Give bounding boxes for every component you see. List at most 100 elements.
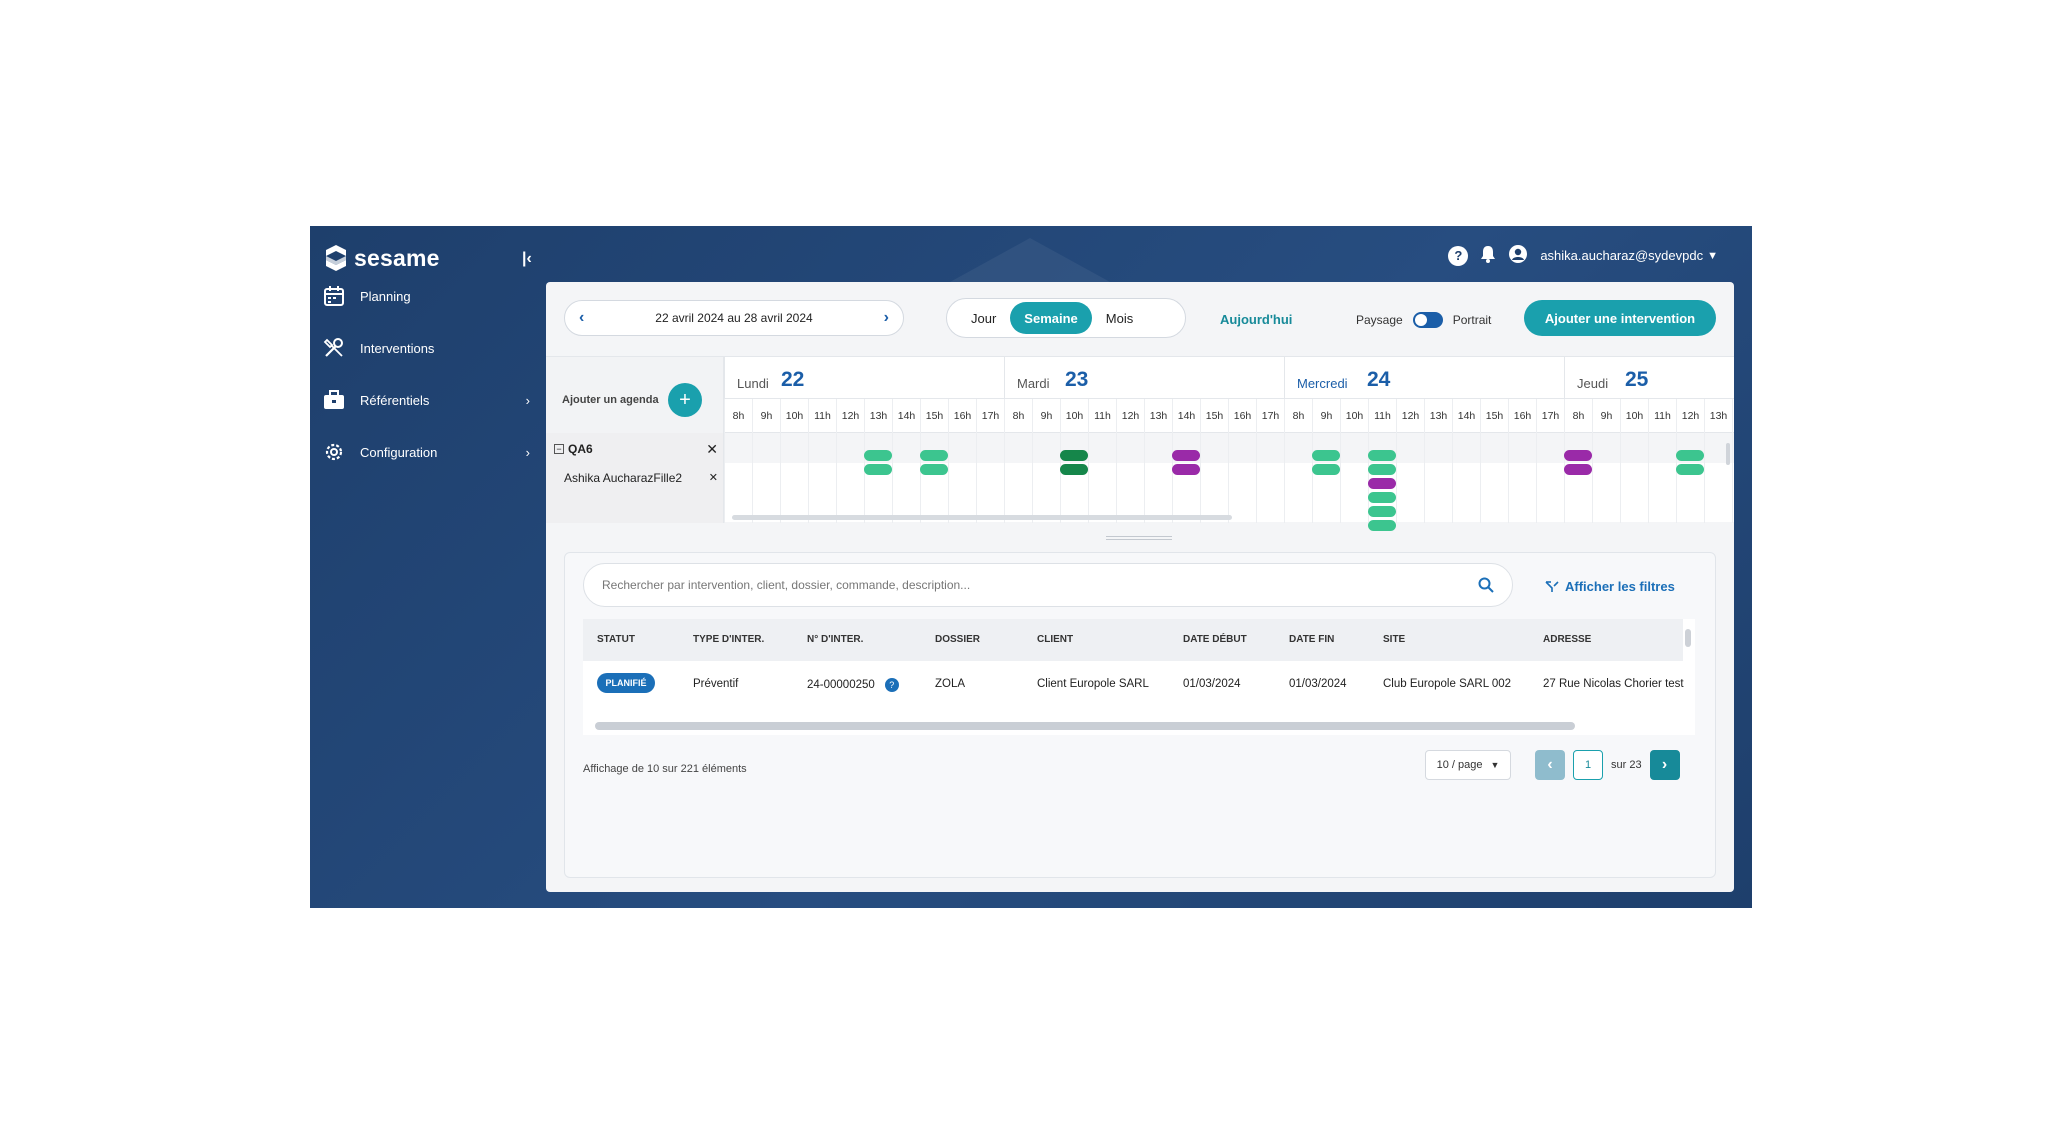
calendar-event[interactable] — [1312, 464, 1340, 475]
calendar-event[interactable] — [1368, 506, 1396, 517]
chevron-down-icon[interactable]: ▼ — [1707, 250, 1718, 262]
help-icon[interactable]: ? — [884, 678, 899, 692]
calendar-event[interactable] — [1564, 450, 1592, 461]
calendar-event[interactable] — [1676, 450, 1704, 461]
date-range-selector[interactable]: ‹ 22 avril 2024 au 28 avril 2024 › — [564, 300, 904, 336]
table-vertical-scrollbar[interactable] — [1685, 629, 1691, 647]
column-header[interactable]: DATE DÉBUT — [1183, 634, 1247, 645]
page-size-value: 10 / page — [1436, 759, 1483, 771]
day-header[interactable]: Mercredi 24 — [1284, 357, 1564, 399]
events-grid — [724, 433, 1734, 531]
calendar-event[interactable] — [920, 450, 948, 461]
agenda-group[interactable]: − QA6 ✕ — [554, 439, 718, 459]
calendar-event[interactable] — [920, 464, 948, 475]
next-page-button[interactable]: › — [1649, 750, 1680, 780]
collapse-group-icon[interactable]: − — [554, 444, 564, 454]
add-intervention-button[interactable]: Ajouter une intervention — [1524, 300, 1716, 336]
topbar: ? ashika.aucharaz@sydevpdc ▼ — [1448, 244, 1718, 267]
chevron-left-icon[interactable]: ‹ — [579, 309, 584, 327]
calendar-event[interactable] — [864, 450, 892, 461]
calendar-vertical-scrollbar[interactable] — [1726, 443, 1730, 465]
calendar-event[interactable] — [1060, 450, 1088, 461]
table-horizontal-scrollbar[interactable] — [595, 722, 1575, 730]
grid-line — [1312, 433, 1313, 523]
cell-dossier: ZOLA — [935, 678, 966, 690]
calendar-event[interactable] — [1172, 450, 1200, 461]
grid-line — [724, 433, 725, 523]
hour-label: 11h — [1088, 399, 1116, 433]
cell-site: Club Europole SARL 002 — [1383, 678, 1512, 690]
user-avatar-icon[interactable] — [1508, 244, 1528, 267]
collapse-sidebar-icon[interactable]: |‹ — [522, 250, 532, 268]
agenda-resource[interactable]: Ashika AucharazFille2 ✕ — [564, 471, 718, 485]
calendar-event[interactable] — [1368, 492, 1396, 503]
calendar-event[interactable] — [1312, 450, 1340, 461]
hour-label: 13h — [864, 399, 892, 433]
previous-page-button[interactable]: ‹ — [1535, 750, 1565, 780]
hour-label: 8h — [1284, 399, 1312, 433]
column-header[interactable]: TYPE D'INTER. — [693, 634, 764, 645]
column-header[interactable]: STATUT — [597, 634, 635, 645]
interventions-table: STATUT TYPE D'INTER. N° D'INTER. DOSSIER… — [583, 619, 1695, 735]
planning-calendar: Ajouter un agenda + − QA6 ✕ Ashika Aucha… — [546, 356, 1734, 531]
calendar-event[interactable] — [1368, 520, 1396, 531]
resize-handle[interactable] — [1106, 536, 1172, 540]
bell-icon[interactable] — [1480, 245, 1496, 266]
calendar-event[interactable] — [1368, 478, 1396, 489]
column-header[interactable]: ADRESSE — [1543, 634, 1591, 645]
total-pages-label: sur 23 — [1611, 759, 1642, 771]
today-button[interactable]: Aujourd'hui — [1220, 312, 1292, 327]
calendar-event[interactable] — [1368, 464, 1396, 475]
add-agenda-button[interactable]: + — [668, 383, 702, 417]
calendar-event[interactable] — [1368, 450, 1396, 461]
calendar-event[interactable] — [1564, 464, 1592, 475]
sidebar-item-interventions[interactable]: Interventions — [322, 330, 536, 366]
grid-line — [1228, 433, 1229, 523]
orientation-switch[interactable] — [1412, 312, 1443, 328]
hour-label: 8h — [1564, 399, 1592, 433]
sidebar-item-configuration[interactable]: Configuration › — [322, 434, 536, 470]
calendar-event[interactable] — [1060, 464, 1088, 475]
day-header[interactable]: Jeudi 25 — [1564, 357, 1734, 399]
switch-knob — [1414, 314, 1427, 326]
cell-type: Préventif — [693, 678, 739, 690]
calendar-horizontal-scrollbar[interactable] — [732, 515, 1232, 520]
current-page-input[interactable]: 1 — [1573, 750, 1603, 780]
view-day-button[interactable]: Jour — [957, 302, 1010, 334]
hour-label: 10h — [1620, 399, 1648, 433]
day-number: 24 — [1367, 368, 1391, 391]
remove-group-icon[interactable]: ✕ — [706, 441, 718, 458]
grid-line — [976, 433, 977, 523]
column-header[interactable]: CLIENT — [1037, 634, 1073, 645]
column-header[interactable]: DOSSIER — [935, 634, 980, 645]
grid-line — [1088, 433, 1089, 523]
show-filters-button[interactable]: Afficher les filtres — [1545, 579, 1675, 594]
sidebar-item-referentiels[interactable]: Référentiels › — [322, 382, 536, 418]
page-size-select[interactable]: 10 / page ▼ — [1425, 750, 1511, 780]
hour-label: 17h — [976, 399, 1004, 433]
user-email[interactable]: ashika.aucharaz@sydevpdc — [1540, 248, 1703, 263]
calendar-event[interactable] — [864, 464, 892, 475]
hour-label: 14h — [1452, 399, 1480, 433]
calendar-event[interactable] — [1172, 464, 1200, 475]
column-header[interactable]: N° D'INTER. — [807, 634, 863, 645]
column-header[interactable]: DATE FIN — [1289, 634, 1334, 645]
hour-label: 11h — [1368, 399, 1396, 433]
app-logo[interactable]: sesame — [324, 244, 440, 272]
remove-resource-icon[interactable]: ✕ — [709, 471, 718, 484]
day-header[interactable]: Lundi 22 — [724, 357, 1004, 399]
hour-label: 17h — [1256, 399, 1284, 433]
chevron-right-icon[interactable]: › — [884, 309, 889, 327]
day-header[interactable]: Mardi 23 — [1004, 357, 1284, 399]
search-icon[interactable] — [1478, 577, 1494, 593]
help-icon[interactable]: ? — [1448, 245, 1469, 266]
day-name: Mercredi — [1297, 376, 1348, 391]
search-input[interactable]: Rechercher par intervention, client, dos… — [583, 563, 1513, 607]
view-week-button[interactable]: Semaine — [1010, 302, 1092, 334]
view-month-button[interactable]: Mois — [1092, 302, 1147, 334]
cell-date-debut: 01/03/2024 — [1183, 678, 1241, 690]
table-row[interactable]: PLANIFIÉ Préventif 24-00000250? ZOLA Cli… — [583, 661, 1684, 707]
calendar-event[interactable] — [1676, 464, 1704, 475]
sidebar-item-planning[interactable]: Planning — [322, 278, 536, 314]
column-header[interactable]: SITE — [1383, 634, 1405, 645]
